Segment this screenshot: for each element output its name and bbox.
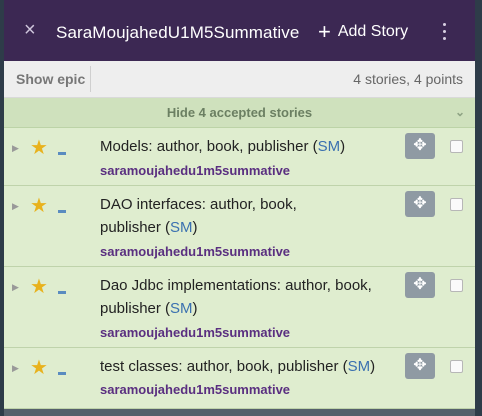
panel-footer [4,409,475,416]
estimate-indicator [58,152,66,155]
select-checkbox[interactable] [450,198,463,211]
story-count: 4 stories, 4 points [353,71,463,87]
story-label[interactable]: saramoujahedu1m5summative [100,163,290,178]
story-panel: × SaraMoujahedU1M5Summative + Add Story … [4,0,475,416]
panel-header: × SaraMoujahedU1M5Summative + Add Story [4,0,475,61]
show-epic-button[interactable]: Show epic [7,66,91,92]
close-icon[interactable]: × [24,19,36,41]
select-checkbox[interactable] [450,140,463,153]
chevron-down-icon: ⌄ [454,105,465,119]
expand-icon[interactable]: ▶ [12,143,19,154]
star-icon: ★ [30,137,48,159]
story-row[interactable]: ▶ ★ Models: author, book, publisher (SM)… [4,128,475,186]
estimate-indicator [58,372,66,375]
owner-initials[interactable]: SM [348,358,371,375]
add-story-button[interactable]: + Add Story [318,19,409,44]
story-row[interactable]: ▶ ★ DAO interfaces: author, book, publis… [4,186,475,267]
select-checkbox[interactable] [450,279,463,292]
star-icon: ★ [30,357,48,379]
story-title[interactable]: Models: author, book, publisher (SM) [100,135,400,158]
story-label[interactable]: saramoujahedu1m5summative [100,244,290,259]
story-title[interactable]: test classes: author, book, publisher (S… [100,355,400,378]
expand-icon[interactable]: ▶ [12,201,19,212]
owner-initials[interactable]: SM [170,300,193,317]
add-story-label: Add Story [337,23,409,40]
plus-icon: + [318,19,331,44]
hide-accepted-toggle[interactable]: Hide 4 accepted stories ⌄ [4,98,475,128]
expand-icon[interactable]: ▶ [12,363,19,374]
move-icon[interactable]: ✥ [405,133,435,159]
star-icon: ★ [30,195,48,217]
story-label[interactable]: saramoujahedu1m5summative [100,382,290,397]
hide-accepted-label: Hide 4 accepted stories [166,105,313,120]
panel-title: SaraMoujahedU1M5Summative [56,23,300,42]
owner-initials[interactable]: SM [170,219,193,236]
move-icon[interactable]: ✥ [405,272,435,298]
estimate-indicator [58,291,66,294]
star-icon: ★ [30,276,48,298]
expand-icon[interactable]: ▶ [12,282,19,293]
select-checkbox[interactable] [450,360,463,373]
more-menu-icon[interactable] [442,23,448,44]
story-label[interactable]: saramoujahedu1m5summative [100,325,290,340]
owner-initials[interactable]: SM [318,138,341,155]
story-row[interactable]: ▶ ★ test classes: author, book, publishe… [4,348,475,409]
panel-toolbar: Show epic 4 stories, 4 points [4,61,475,98]
story-title[interactable]: Dao Jdbc implementations: author, book, … [100,274,400,320]
story-row[interactable]: ▶ ★ Dao Jdbc implementations: author, bo… [4,267,475,348]
move-icon[interactable]: ✥ [405,191,435,217]
move-icon[interactable]: ✥ [405,353,435,379]
story-title[interactable]: DAO interfaces: author, book, publisher … [100,193,330,239]
estimate-indicator [58,210,66,213]
